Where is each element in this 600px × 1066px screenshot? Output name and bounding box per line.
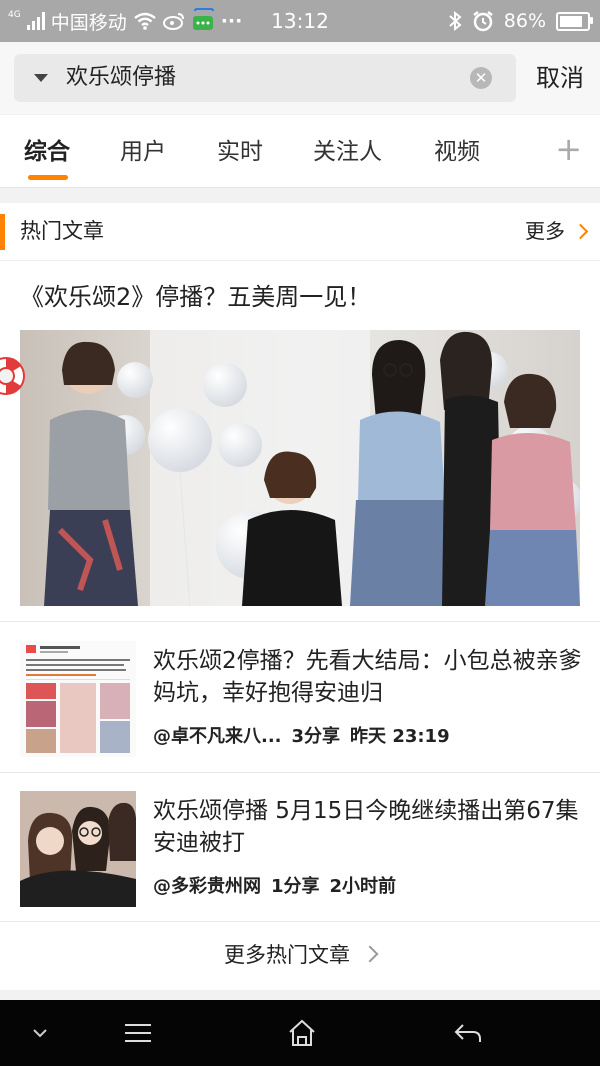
home-icon[interactable] [262,1000,342,1066]
cancel-button[interactable]: 取消 [536,42,584,114]
article-item[interactable]: 欢乐颂停播 5月15日今晚继续播出第67集安迪被打 @多彩贵州网 1分享 2小时前 [0,773,600,921]
status-right: 86% [448,0,593,42]
status-bar: 4G 中国移动 ··· 13:12 86% [0,0,600,42]
article-meta: @多彩贵州网 1分享 2小时前 [153,872,406,898]
tab-realtime[interactable]: 实时 [217,115,263,189]
chevron-right-icon [361,945,379,963]
article-shares: 3分享 [291,726,341,747]
article-title: 欢乐颂2停播？先看大结局：小包总被亲爹妈坑，幸好抱得安迪归 [153,648,582,706]
article-source[interactable]: @卓不凡来八... [153,726,282,747]
search-type-dropdown-icon[interactable] [34,74,48,82]
group-photo [20,330,580,606]
active-tab-indicator [28,175,68,180]
section-header: 热门文章 更多 [0,203,600,261]
more-link[interactable]: 更多 [525,203,589,260]
featured-article-image[interactable] [20,330,580,606]
article-thumbnail [20,791,136,907]
menu-icon[interactable] [98,1000,178,1066]
chevron-right-icon [572,223,589,240]
divider [0,621,600,622]
hot-articles-card: 热门文章 更多 《欢乐颂2》停播？五美周一见！ 欢乐颂2停播？先看大结局：小包总… [0,203,600,990]
more-hot-articles-label: 更多热门文章 [224,943,350,967]
lifebuoy-icon[interactable] [0,353,30,399]
more-link-label: 更多 [525,219,565,243]
tab-users[interactable]: 用户 [120,115,166,189]
tab-video[interactable]: 视频 [434,115,480,189]
article-time: 昨天 23:19 [350,726,450,747]
menu-down-icon[interactable] [0,1000,80,1066]
more-hot-articles-button[interactable]: 更多热门文章 [0,921,600,989]
article-source[interactable]: @多彩贵州网 [153,876,261,897]
article-thumbnail [20,641,136,757]
article-item[interactable]: 欢乐颂2停播？先看大结局：小包总被亲爹妈坑，幸好抱得安迪归 @卓不凡来八... 3… [0,623,600,771]
battery-icon [556,11,593,31]
alarm-icon [473,11,493,32]
back-icon[interactable] [428,1000,508,1066]
article-shares: 1分享 [271,876,320,897]
battery-percent: 86% [503,10,546,32]
article-title: 欢乐颂停播 5月15日今晚继续播出第67集安迪被打 [153,798,579,856]
bluetooth-icon [449,11,462,31]
search-header: 欢乐颂停播 ✕ 取消 [0,42,600,114]
search-box[interactable]: 欢乐颂停播 ✕ [14,54,516,102]
system-nav-bar [0,1000,600,1066]
featured-article-title[interactable]: 《欢乐颂2》停播？五美周一见！ [20,277,371,312]
section-accent-bar [0,214,5,250]
section-title: 热门文章 [20,219,104,243]
tab-followed[interactable]: 关注人 [313,115,382,189]
search-input[interactable]: 欢乐颂停播 [66,54,176,102]
article-meta: @卓不凡来八... 3分享 昨天 23:19 [153,722,460,748]
search-tabs: 综合 用户 实时 关注人 视频 + [0,115,600,188]
plus-icon[interactable]: + [555,133,582,165]
clear-icon[interactable]: ✕ [470,67,492,89]
article-time: 2小时前 [329,876,397,897]
